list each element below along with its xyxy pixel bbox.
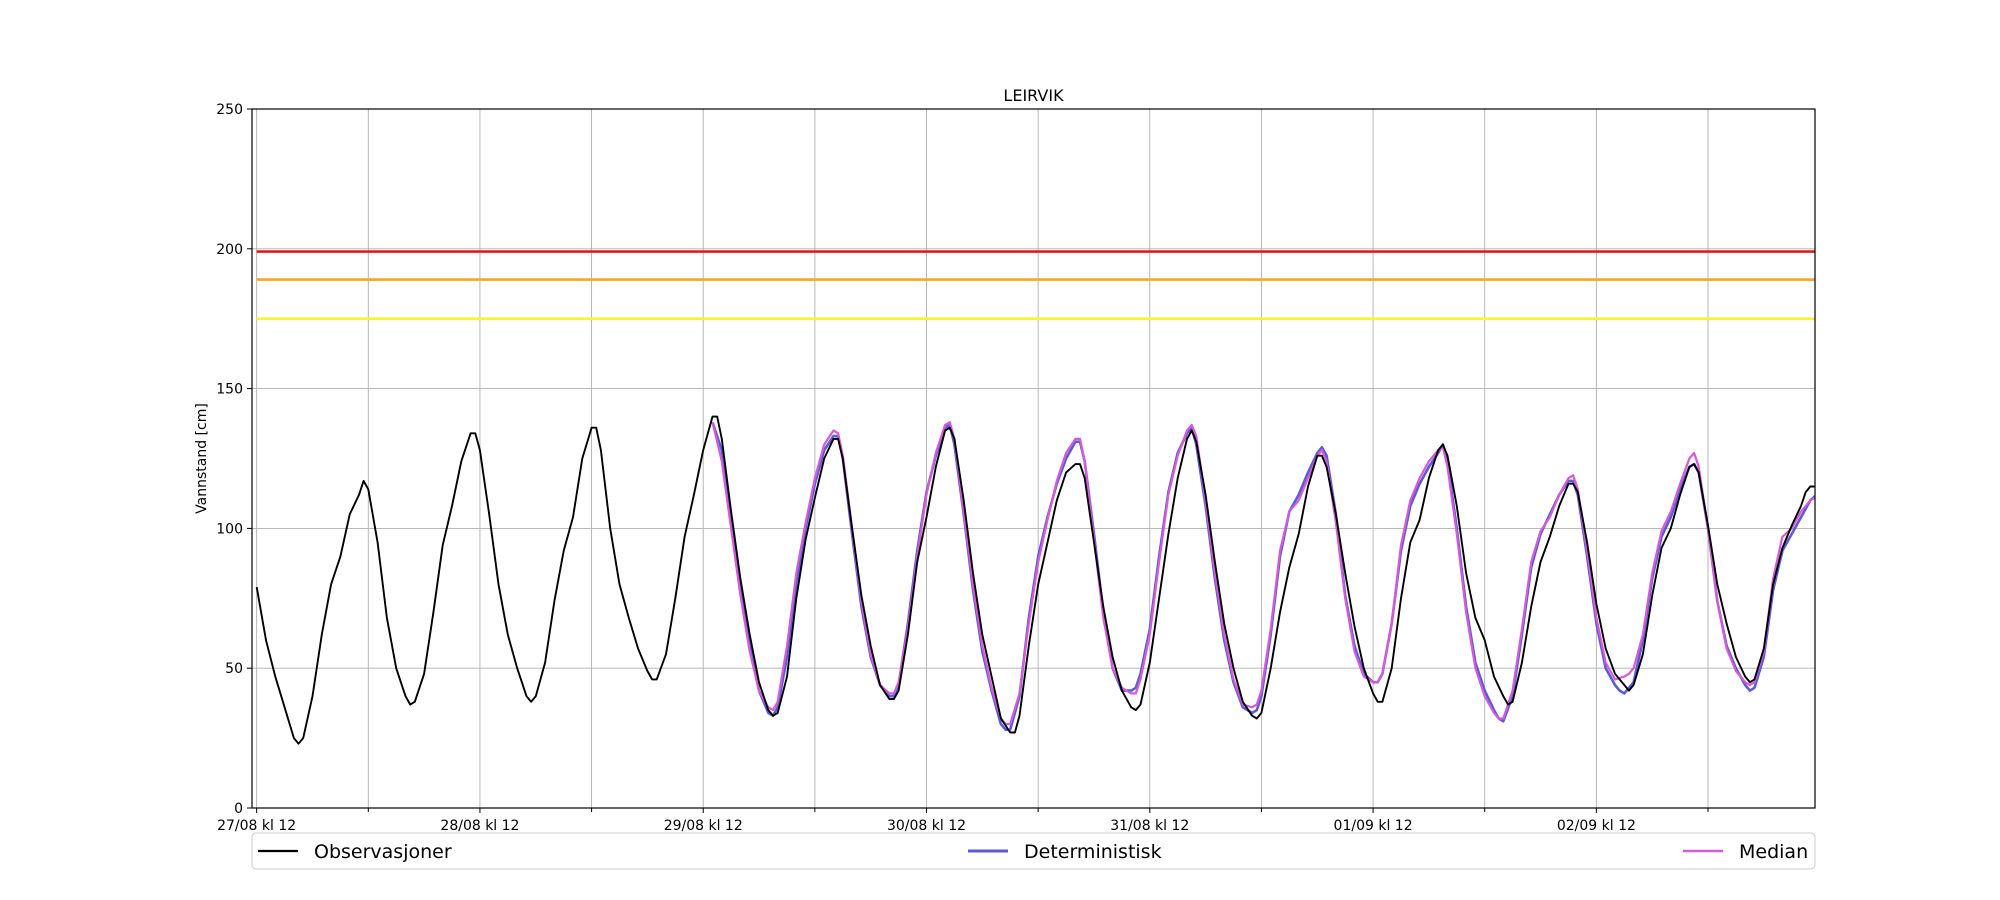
legend: Observasjoner Deterministisk Median (251, 832, 1816, 870)
chart: LEIRVIK Vannstand [cm] 0 50 100 150 200 250 27… (194, 86, 1816, 870)
y-tick-label: 50 (225, 661, 243, 677)
x-tick-label: 02/09 kl 12 (1557, 818, 1636, 834)
y-tick-label: 100 (216, 521, 243, 537)
x-tick-label: 28/08 kl 12 (440, 818, 519, 834)
legend-label: Deterministisk (1024, 841, 1162, 863)
chart-title: LEIRVIK (1003, 86, 1064, 105)
legend-label: Median (1739, 841, 1808, 863)
y-axis-label: Vannstand [cm] (194, 403, 210, 514)
x-tick-label: 29/08 kl 12 (664, 818, 743, 834)
y-tick-label: 150 (216, 382, 243, 398)
y-tick-label: 250 (216, 102, 243, 118)
y-tick-label: 200 (216, 242, 243, 258)
x-tick-label: 30/08 kl 12 (887, 818, 966, 834)
x-tick-label: 01/09 kl 12 (1334, 818, 1413, 834)
x-tick-label: 27/08 kl 12 (217, 818, 296, 834)
x-tick-label: 31/08 kl 12 (1110, 818, 1189, 834)
legend-label: Observasjoner (314, 841, 452, 863)
y-tick-label: 0 (234, 801, 243, 817)
plot-area (252, 109, 1815, 808)
